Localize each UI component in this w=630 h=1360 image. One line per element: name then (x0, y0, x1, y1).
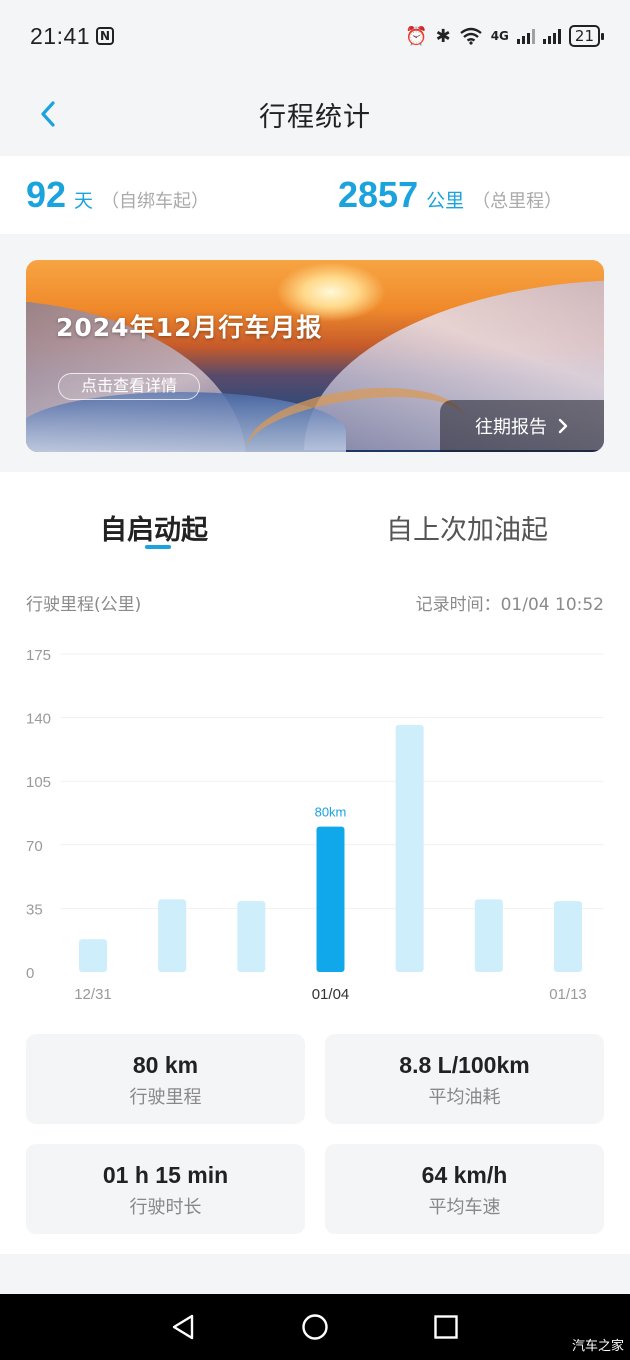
back-triangle-icon[interactable] (170, 1313, 198, 1341)
signal-icon (516, 28, 535, 44)
mileage-summary: 2857 公里 （总里程） (338, 174, 562, 216)
stat-value: 01 h 15 min (102, 1162, 229, 1188)
x-tick-label: 01/13 (549, 986, 587, 1003)
stat-card-speed: 64 km/h 平均车速 (325, 1144, 604, 1234)
chart-ylabel: 行驶里程(公里) (26, 595, 142, 615)
tab-indicator (145, 545, 171, 549)
bar (237, 901, 266, 972)
mileage-unit: 公里 (426, 190, 465, 212)
stat-value: 8.8 L/100km (399, 1052, 530, 1078)
x-tick-label: 12/31 (74, 986, 112, 1003)
y-tick-label: 140 (26, 711, 51, 728)
past-reports-label: 往期报告 (475, 417, 547, 438)
stat-label: 行驶里程 (129, 1087, 202, 1108)
signal-icon-2 (542, 28, 561, 44)
y-tick-label: 0 (26, 965, 34, 982)
view-details-button[interactable]: 点击查看详情 (58, 373, 201, 400)
banner-section: 2024年12月行车月报 点击查看详情 往期报告 (0, 234, 630, 472)
tab-bar: 自启动起 自上次加油起 (0, 472, 630, 572)
stat-card-distance: 80 km 行驶里程 (26, 1034, 305, 1124)
bar-highlighted (316, 826, 345, 972)
past-reports-button[interactable]: 往期报告 (440, 400, 604, 452)
days-unit: 天 (74, 190, 94, 212)
days-value: 92 (26, 174, 67, 215)
mileage-bar-chart: 0 35 70 105 140 175 80km 12/31 01/04 01/13 (26, 647, 604, 1003)
days-note: （自绑车起） (101, 191, 210, 212)
network-type: 4G (490, 29, 509, 43)
nfc-icon: N (96, 27, 115, 45)
wifi-icon (459, 27, 482, 45)
page-title: 行程统计 (259, 101, 371, 133)
stat-card-fuel: 8.8 L/100km 平均油耗 (325, 1034, 604, 1124)
mileage-value: 2857 (338, 174, 419, 215)
status-time: 21:41 (30, 22, 91, 49)
x-tick-label: 01/04 (312, 986, 350, 1003)
y-tick-label: 175 (26, 647, 51, 664)
nav-header: 行程统计 (0, 72, 630, 156)
recents-square-icon[interactable] (432, 1313, 460, 1341)
bar-value-label: 80km (315, 805, 347, 820)
watermark: 汽车之家 (571, 1339, 624, 1354)
bar (395, 724, 424, 972)
y-tick-label: 105 (26, 774, 51, 791)
system-nav-bar: 汽车之家 (0, 1294, 630, 1360)
monthly-report-banner[interactable]: 2024年12月行车月报 点击查看详情 往期报告 (26, 260, 604, 452)
record-time: 记录时间：01/04 10:52 (415, 595, 604, 615)
stat-label: 平均油耗 (428, 1087, 501, 1108)
mileage-note: （总里程） (472, 191, 563, 212)
stat-label: 行驶时长 (129, 1197, 202, 1218)
stat-label: 平均车速 (428, 1197, 501, 1218)
bar (474, 899, 503, 972)
bluetooth-icon: ✱ (435, 25, 451, 47)
summary-bar: 92 天 （自绑车起） 2857 公里 （总里程） (0, 156, 630, 234)
tab-since-refuel[interactable]: 自上次加油起 (386, 508, 548, 547)
back-arrow-icon[interactable] (34, 96, 64, 132)
home-circle-icon[interactable] (301, 1313, 329, 1341)
status-icons: ⏰ ✱ 4G 21 (405, 25, 605, 47)
bar (158, 899, 187, 972)
status-bar: 21:41 N ⏰ ✱ 4G 21 (0, 0, 630, 72)
y-tick-label: 35 (26, 901, 43, 918)
tab-since-start[interactable]: 自启动起 (100, 508, 208, 547)
battery-icon: 21 (568, 25, 605, 47)
stat-value: 64 km/h (421, 1162, 508, 1188)
alarm-icon: ⏰ (405, 25, 428, 47)
chart-header: 行驶里程(公里) 记录时间：01/04 10:52 (26, 590, 604, 615)
bar (79, 939, 107, 972)
chevron-right-icon (558, 418, 568, 434)
stat-value: 80 km (132, 1052, 199, 1078)
stat-card-duration: 01 h 15 min 行驶时长 (26, 1144, 305, 1234)
banner-title: 2024年12月行车月报 (56, 313, 323, 342)
main-content: 自启动起 自上次加油起 行驶里程(公里) 记录时间：01/04 10:52 0 3… (0, 472, 630, 1254)
bar (554, 901, 582, 972)
days-summary: 92 天 （自绑车起） (26, 174, 209, 216)
y-tick-label: 70 (26, 838, 43, 855)
